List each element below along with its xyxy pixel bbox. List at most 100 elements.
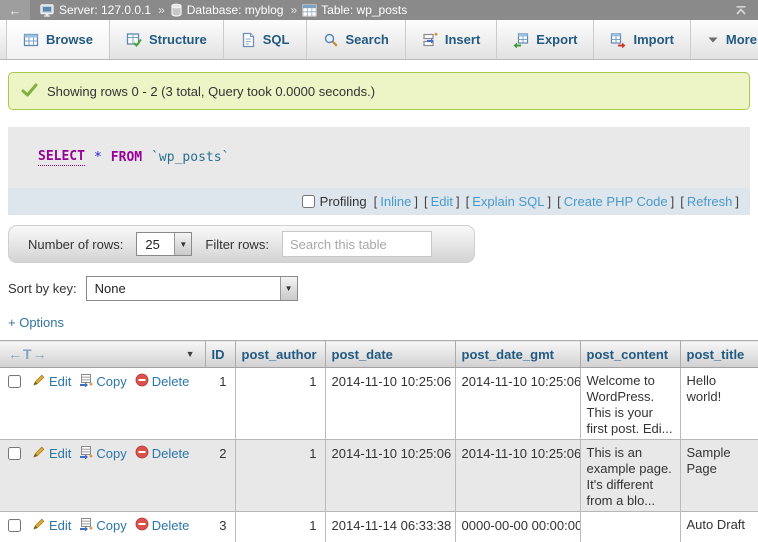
cell-id: 3: [205, 512, 235, 542]
caret-down-icon: ▼: [174, 233, 191, 255]
tab-export-label: Export: [536, 32, 577, 47]
copy-label: Copy: [96, 446, 126, 461]
insert-icon: [422, 32, 438, 48]
refresh-link[interactable]: Refresh: [687, 194, 733, 209]
cell-post-date: 2014-11-10 10:25:06: [325, 440, 455, 512]
delete-icon: [135, 445, 149, 462]
edit-link[interactable]: Edit: [32, 373, 71, 390]
delete-icon: [135, 373, 149, 390]
column-header-post-content[interactable]: post_content: [580, 341, 680, 368]
tab-import-label: Import: [633, 32, 673, 47]
tab-insert[interactable]: Insert: [406, 20, 497, 59]
breadcrumb: ← Server: 127.0.0.1 » Database: myblog »…: [0, 0, 758, 20]
back-arrow-icon: ←: [9, 3, 22, 18]
sort-by-key-select[interactable]: None ▼: [86, 276, 298, 301]
column-header-post-date-gmt[interactable]: post_date_gmt: [455, 341, 580, 368]
pencil-icon: [32, 517, 46, 534]
inline-link[interactable]: Inline: [380, 194, 411, 209]
number-of-rows-label: Number of rows:: [28, 237, 123, 252]
edit-label: Edit: [49, 446, 71, 461]
breadcrumb-table[interactable]: Table: wp_posts: [321, 3, 407, 17]
browse-icon: [23, 32, 39, 48]
breadcrumb-database[interactable]: Database: myblog: [187, 3, 284, 17]
cell-post-date: 2014-11-14 06:33:38: [325, 512, 455, 542]
caret-down-icon[interactable]: ▼: [186, 349, 195, 359]
profiling-label: Profiling: [320, 194, 367, 209]
sql-star: *: [94, 150, 102, 165]
results-table: ←T→ ▼ ID post_author post_date post_date…: [0, 340, 758, 542]
options-toggle-link[interactable]: + Options: [8, 315, 64, 330]
row-checkbox[interactable]: [8, 375, 21, 388]
column-header-post-author[interactable]: post_author: [235, 341, 325, 368]
delete-link[interactable]: Delete: [135, 517, 190, 534]
bracket: ]: [671, 194, 675, 209]
row-checkbox[interactable]: [8, 447, 21, 460]
server-icon: [40, 3, 55, 17]
tab-search[interactable]: Search: [307, 20, 406, 59]
table-row: Edit Copy Delete 3 1 2014-11-14 06:33:38…: [0, 512, 758, 542]
column-header-post-title[interactable]: post_title: [680, 341, 758, 368]
row-actions-cell: Edit Copy Delete: [0, 440, 205, 512]
sql-query[interactable]: SELECT * FROM `wp_posts`: [8, 127, 750, 188]
search-icon: [323, 32, 339, 48]
cell-post-author: 1: [235, 512, 325, 542]
delete-label: Delete: [152, 446, 190, 461]
copy-link[interactable]: Copy: [79, 517, 126, 534]
transpose-control[interactable]: ←T→: [6, 346, 48, 362]
column-header-post-date[interactable]: post_date: [325, 341, 455, 368]
edit-label: Edit: [49, 518, 71, 533]
tab-more-label: More: [726, 32, 757, 47]
tab-structure[interactable]: Structure: [110, 20, 224, 59]
profiling-checkbox[interactable]: [302, 195, 315, 208]
number-of-rows-select[interactable]: 25 ▼: [136, 232, 192, 256]
database-icon: [170, 3, 183, 17]
header-actions-cell: ←T→ ▼: [0, 341, 205, 368]
tab-import[interactable]: Import: [594, 20, 690, 59]
phpmyadmin-screen: ← Server: 127.0.0.1 » Database: myblog »…: [0, 0, 758, 542]
edit-query-link[interactable]: Edit: [431, 194, 453, 209]
cell-post-date-gmt: 2014-11-10 10:25:06: [455, 440, 580, 512]
edit-link[interactable]: Edit: [32, 517, 71, 534]
row-actions-cell: Edit Copy Delete: [0, 368, 205, 440]
delete-link[interactable]: Delete: [135, 445, 190, 462]
collapse-icon[interactable]: [734, 5, 748, 16]
tab-browse[interactable]: Browse: [6, 20, 110, 59]
cell-id: 2: [205, 440, 235, 512]
rows-filter-box: Number of rows: 25 ▼ Filter rows:: [8, 225, 475, 263]
chevron-down-icon: [707, 36, 719, 44]
row-actions-cell: Edit Copy Delete: [0, 512, 205, 542]
import-icon: [610, 32, 626, 48]
bracket: [: [680, 194, 684, 209]
delete-label: Delete: [152, 518, 190, 533]
tab-more[interactable]: More: [691, 20, 758, 59]
tab-sql[interactable]: SQL: [224, 20, 307, 59]
cell-id: 1: [205, 368, 235, 440]
edit-link[interactable]: Edit: [32, 445, 71, 462]
delete-label: Delete: [152, 374, 190, 389]
column-header-id[interactable]: ID: [205, 341, 235, 368]
copy-link[interactable]: Copy: [79, 373, 126, 390]
cell-post-author: 1: [235, 440, 325, 512]
copy-icon: [79, 373, 93, 390]
bracket: [: [557, 194, 561, 209]
copy-link[interactable]: Copy: [79, 445, 126, 462]
explain-sql-link[interactable]: Explain SQL: [472, 194, 544, 209]
cell-post-author: 1: [235, 368, 325, 440]
tab-structure-label: Structure: [149, 32, 207, 47]
tab-export[interactable]: Export: [497, 20, 594, 59]
delete-link[interactable]: Delete: [135, 373, 190, 390]
sort-by-key-label: Sort by key:: [8, 281, 77, 296]
caret-down-icon: ▼: [280, 277, 297, 300]
breadcrumb-server[interactable]: Server: 127.0.0.1: [59, 3, 151, 17]
copy-icon: [79, 517, 93, 534]
tab-insert-label: Insert: [445, 32, 480, 47]
create-php-code-link[interactable]: Create PHP Code: [564, 194, 668, 209]
sort-row: Sort by key: None ▼: [8, 276, 758, 301]
query-footer: Profiling [ Inline ] [ Edit ] [ Explain …: [8, 188, 750, 215]
cell-post-date-gmt: 2014-11-10 10:25:06: [455, 368, 580, 440]
row-checkbox[interactable]: [8, 519, 21, 532]
sort-by-key-value: None: [87, 277, 280, 300]
filter-search-input[interactable]: [282, 231, 432, 257]
back-button[interactable]: ←: [0, 0, 30, 20]
copy-icon: [79, 445, 93, 462]
